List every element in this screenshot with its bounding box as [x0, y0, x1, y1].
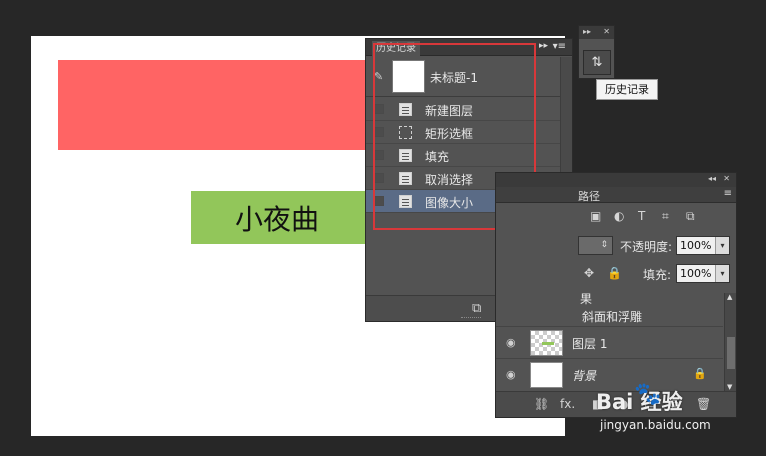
layer-name[interactable]: 图层 1	[572, 335, 607, 352]
history-icon: ⇅	[591, 55, 603, 70]
layer-thumbnail	[530, 330, 563, 356]
tooltip: 历史记录	[596, 79, 658, 100]
fill-label: 填充:	[643, 268, 672, 282]
lock-icon: 🔒	[693, 367, 707, 380]
resize-grip[interactable]	[461, 317, 481, 320]
collapse-icon[interactable]: ▸▸	[539, 41, 548, 51]
layers-scrollbar[interactable]: ▲ ▼	[724, 293, 736, 391]
adjustment-filter-icon[interactable]: ◐	[614, 209, 624, 223]
layers-panel: ◂◂ ✕ 路径 ≡ ▣ ◐ T ⌗ ⧉ ⇕ 不透明度: 100% ▾ ✥ 🔒 填…	[495, 172, 737, 418]
collapse-icon[interactable]: ◂◂	[708, 174, 716, 183]
pixel-filter-icon[interactable]: ▣	[590, 209, 601, 223]
bevel-emboss-effect[interactable]: 斜面和浮雕	[582, 308, 642, 325]
layer-thumbnail	[530, 362, 563, 388]
smart-object-filter-icon[interactable]: ⧉	[686, 209, 695, 224]
lock-position-icon[interactable]: ✥	[584, 266, 594, 280]
shape-filter-icon[interactable]: ⌗	[662, 209, 669, 224]
chevron-down-icon[interactable]: ▾	[715, 237, 729, 254]
scroll-down-icon[interactable]: ▼	[727, 383, 732, 391]
fx-icon[interactable]: fx.	[560, 397, 575, 411]
blend-mode-select[interactable]: ⇕	[578, 236, 613, 255]
dock-header: ▸▸ ✕	[579, 26, 614, 39]
history-panel-button[interactable]: ⇅	[583, 50, 611, 75]
tab-paths[interactable]: 路径	[578, 188, 600, 204]
close-icon[interactable]: ✕	[603, 27, 610, 38]
scrollbar-thumb[interactable]	[727, 337, 735, 369]
opacity-label: 不透明度:	[620, 240, 673, 254]
eye-icon[interactable]: ◉	[506, 336, 516, 349]
red-rectangle-shape	[58, 60, 398, 150]
lock-all-icon[interactable]: 🔒	[607, 266, 622, 280]
layers-tabbar: 路径 ≡	[496, 187, 736, 203]
opacity-input[interactable]: 100% ▾	[676, 236, 730, 255]
layer-filter-row: ▣ ◐ T ⌗ ⧉	[576, 206, 736, 228]
watermark-url: jingyan.baidu.com	[600, 418, 711, 432]
link-layers-icon[interactable]: ⛓	[534, 397, 549, 411]
layer-row[interactable]: ◉ 图层 1	[496, 326, 723, 358]
scroll-up-icon[interactable]: ▲	[727, 293, 732, 301]
type-filter-icon[interactable]: T	[638, 209, 645, 223]
fill-input[interactable]: 100% ▾	[676, 264, 730, 283]
chevron-down-icon[interactable]: ▾	[715, 265, 729, 282]
new-document-from-state-icon[interactable]: ⧉	[472, 301, 481, 316]
expand-icon[interactable]: ▸▸	[583, 27, 591, 38]
close-icon[interactable]: ✕	[723, 174, 730, 183]
canvas-text: 小夜曲	[234, 202, 319, 236]
trash-icon[interactable]: 🗑	[696, 397, 711, 411]
effects-label: 果	[580, 292, 593, 306]
opacity-value: 100%	[680, 239, 712, 252]
panel-menu-icon[interactable]: ▾≡	[553, 41, 566, 52]
collapsed-panel-dock: ▸▸ ✕ ⇅	[578, 25, 615, 79]
panel-menu-icon[interactable]: ≡	[724, 188, 732, 199]
layers-panel-header: ◂◂ ✕	[496, 173, 736, 187]
layer-name[interactable]: 背景	[572, 367, 596, 384]
eye-icon[interactable]: ◉	[506, 368, 516, 381]
green-rectangle-shape: 小夜曲	[191, 191, 371, 244]
fill-value: 100%	[680, 267, 712, 280]
paw-logo-icon: 🐾	[634, 382, 662, 407]
